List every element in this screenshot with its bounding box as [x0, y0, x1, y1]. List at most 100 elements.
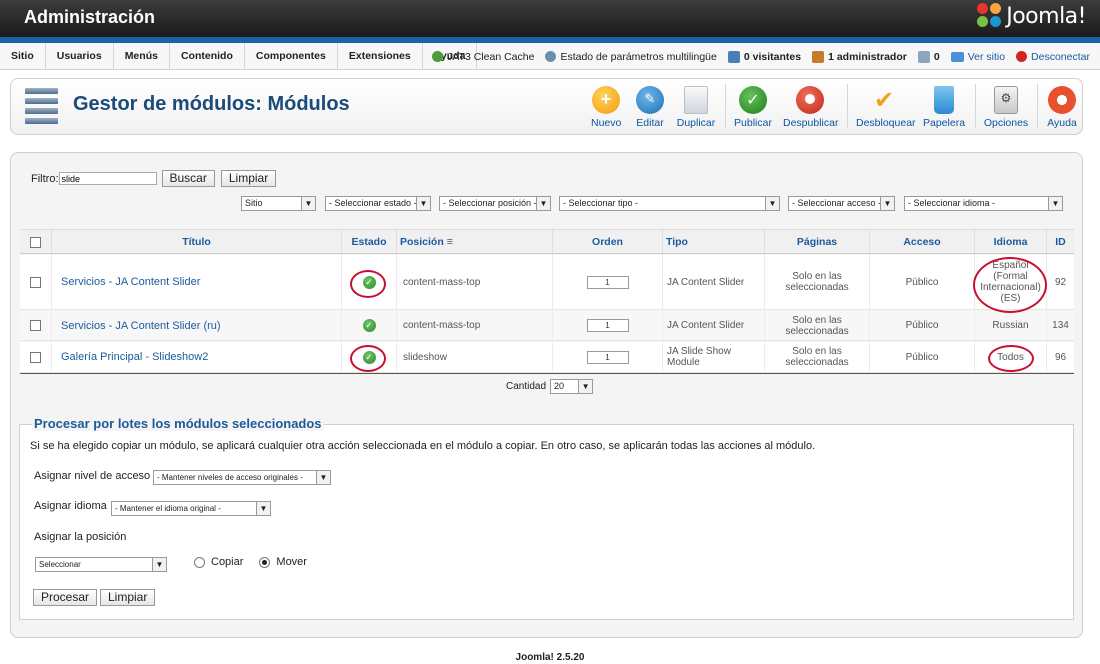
- column-order[interactable]: Orden: [552, 230, 662, 255]
- order-cell: 1: [552, 255, 662, 309]
- toolbar-divider: [847, 84, 848, 128]
- filter-search-input[interactable]: [58, 172, 157, 185]
- unpublish-button[interactable]: Despublicar: [783, 86, 838, 129]
- column-access[interactable]: Acceso: [869, 230, 974, 255]
- id-cell: 92: [1046, 255, 1074, 309]
- annotation-ring: [350, 270, 386, 298]
- pages-cell: Solo en las seleccionadas: [764, 342, 869, 372]
- row-checkbox[interactable]: [30, 276, 41, 288]
- column-status[interactable]: Estado: [341, 230, 396, 255]
- menu-menus[interactable]: Menús: [114, 42, 170, 70]
- user-icon: [812, 50, 825, 63]
- logout-link[interactable]: Desconectar: [1016, 51, 1090, 63]
- row-checkbox[interactable]: [30, 351, 41, 363]
- module-title-link[interactable]: Servicios - JA Content Slider: [61, 276, 200, 288]
- clear-filter-button[interactable]: Limpiar: [220, 170, 277, 187]
- toolbar-divider: [1037, 84, 1038, 128]
- refresh-icon: [432, 51, 444, 62]
- chevron-down-icon: ▼: [578, 380, 593, 393]
- menu-extensiones[interactable]: Extensiones: [338, 42, 423, 70]
- column-id[interactable]: ID: [1046, 230, 1074, 255]
- module-title-link[interactable]: Galería Principal - Slideshow2: [61, 351, 208, 363]
- modules-icon: [25, 88, 58, 126]
- toolbar-panel: Gestor de módulos: Módulos + Nuevo ✎ Edi…: [10, 78, 1083, 135]
- column-position[interactable]: Posición ≡: [396, 230, 552, 255]
- position-cell: content-mass-top: [396, 255, 552, 309]
- batch-process-button[interactable]: Procesar: [33, 589, 98, 606]
- new-button[interactable]: + Nuevo: [591, 86, 621, 129]
- publish-button[interactable]: ✓ Publicar: [733, 86, 773, 129]
- multilang-status-link[interactable]: Estado de parámetros multilingüe: [545, 51, 717, 63]
- order-cell: 1: [552, 311, 662, 340]
- help-button[interactable]: Ayuda: [1045, 86, 1079, 129]
- module-title-link[interactable]: Servicios - JA Content Slider (ru): [61, 320, 221, 332]
- select-all-checkbox[interactable]: [30, 237, 41, 248]
- column-title[interactable]: Título: [51, 230, 341, 255]
- access-cell: Público: [869, 342, 974, 372]
- menu-componentes[interactable]: Componentes: [245, 42, 338, 70]
- chevron-down-icon: ▼: [1048, 197, 1062, 210]
- type-select[interactable]: - Seleccionar tipo - ▼: [559, 196, 780, 211]
- table-row: Servicios - JA Content Slider (ru) ✓ con…: [20, 311, 1074, 341]
- title-cell: Servicios - JA Content Slider: [51, 255, 341, 309]
- admin-title: Administración: [24, 7, 156, 27]
- batch-move-copy: Copiar Mover: [194, 556, 307, 568]
- trash-icon: [934, 86, 954, 114]
- toolbar-divider: [975, 84, 976, 128]
- duplicate-button[interactable]: Duplicar: [675, 86, 717, 129]
- search-button[interactable]: Buscar: [161, 170, 215, 187]
- status-bar: JAT3 Clean Cache Estado de parámetros mu…: [432, 43, 1090, 70]
- options-button[interactable]: ⚙ Opciones: [983, 86, 1029, 129]
- toolbar-divider: [725, 84, 726, 128]
- sort-icon: ≡: [446, 236, 453, 248]
- monitor-icon: [950, 51, 964, 62]
- edit-button[interactable]: ✎ Editar: [635, 86, 665, 129]
- menu-sitio[interactable]: Sitio: [0, 42, 46, 70]
- copy-icon: [684, 86, 708, 114]
- list-limit-select[interactable]: 20 ▼: [550, 379, 594, 394]
- row-checkbox[interactable]: [30, 320, 41, 331]
- batch-clear-button[interactable]: Limpiar: [100, 589, 156, 606]
- mail-icon: [917, 50, 930, 63]
- check-icon: ✓: [739, 86, 767, 114]
- trash-button[interactable]: Papelera: [923, 86, 965, 129]
- site-select[interactable]: Sitio ▼: [241, 196, 316, 211]
- menu-usuarios[interactable]: Usuarios: [46, 42, 114, 70]
- main-menu: Sitio Usuarios Menús Contenido Component…: [0, 42, 1100, 70]
- plus-icon: +: [592, 86, 620, 114]
- access-select[interactable]: - Seleccionar acceso - ▼: [788, 196, 895, 211]
- type-cell: JA Content Slider: [662, 255, 764, 309]
- published-icon[interactable]: ✓: [362, 319, 376, 332]
- batch-access-select[interactable]: - Mantener niveles de acceso originales …: [153, 470, 331, 485]
- order-input[interactable]: 1: [586, 275, 629, 289]
- batch-position-select[interactable]: Seleccionar ▼: [35, 557, 167, 572]
- filter-label: Filtro:: [31, 172, 59, 185]
- cache-link[interactable]: JAT3 Clean Cache: [432, 51, 534, 63]
- language-select[interactable]: - Seleccionar idioma - ▼: [904, 196, 1063, 211]
- modules-list-panel: Filtro: Buscar Limpiar Sitio▼ - Seleccio…: [10, 152, 1083, 638]
- id-cell: 96: [1046, 342, 1074, 372]
- view-site-link[interactable]: Ver sitio: [950, 51, 1005, 63]
- messages-count[interactable]: 0: [917, 50, 940, 63]
- chevron-down-icon: ▼: [536, 197, 550, 210]
- joomla-logo[interactable]: Joomla!: [977, 3, 1086, 29]
- batch-language-select[interactable]: - Mantener el idioma original - ▼: [111, 501, 271, 516]
- position-select[interactable]: - Seleccionar posición - ▼: [439, 196, 551, 211]
- order-input[interactable]: 1: [586, 350, 629, 364]
- checkin-button[interactable]: ✔ Desbloquear: [856, 86, 916, 129]
- chevron-down-icon: ▼: [256, 502, 270, 515]
- move-radio[interactable]: [259, 556, 271, 568]
- menu-contenido[interactable]: Contenido: [170, 42, 245, 70]
- column-pages[interactable]: Páginas: [764, 230, 869, 255]
- order-input[interactable]: 1: [586, 319, 629, 332]
- globe-icon: [545, 51, 557, 62]
- state-select[interactable]: - Seleccionar estado - ▼: [325, 196, 431, 211]
- copy-radio[interactable]: [194, 556, 205, 568]
- position-cell: slideshow: [396, 342, 552, 372]
- table-row: Galería Principal - Slideshow2 ✓ slidesh…: [20, 342, 1074, 373]
- position-label: Asignar la posición: [34, 531, 127, 543]
- column-language[interactable]: Idioma: [974, 230, 1046, 255]
- column-type[interactable]: Tipo: [662, 230, 764, 255]
- select-all-cell: [20, 230, 51, 255]
- chevron-down-icon: ▼: [880, 197, 894, 210]
